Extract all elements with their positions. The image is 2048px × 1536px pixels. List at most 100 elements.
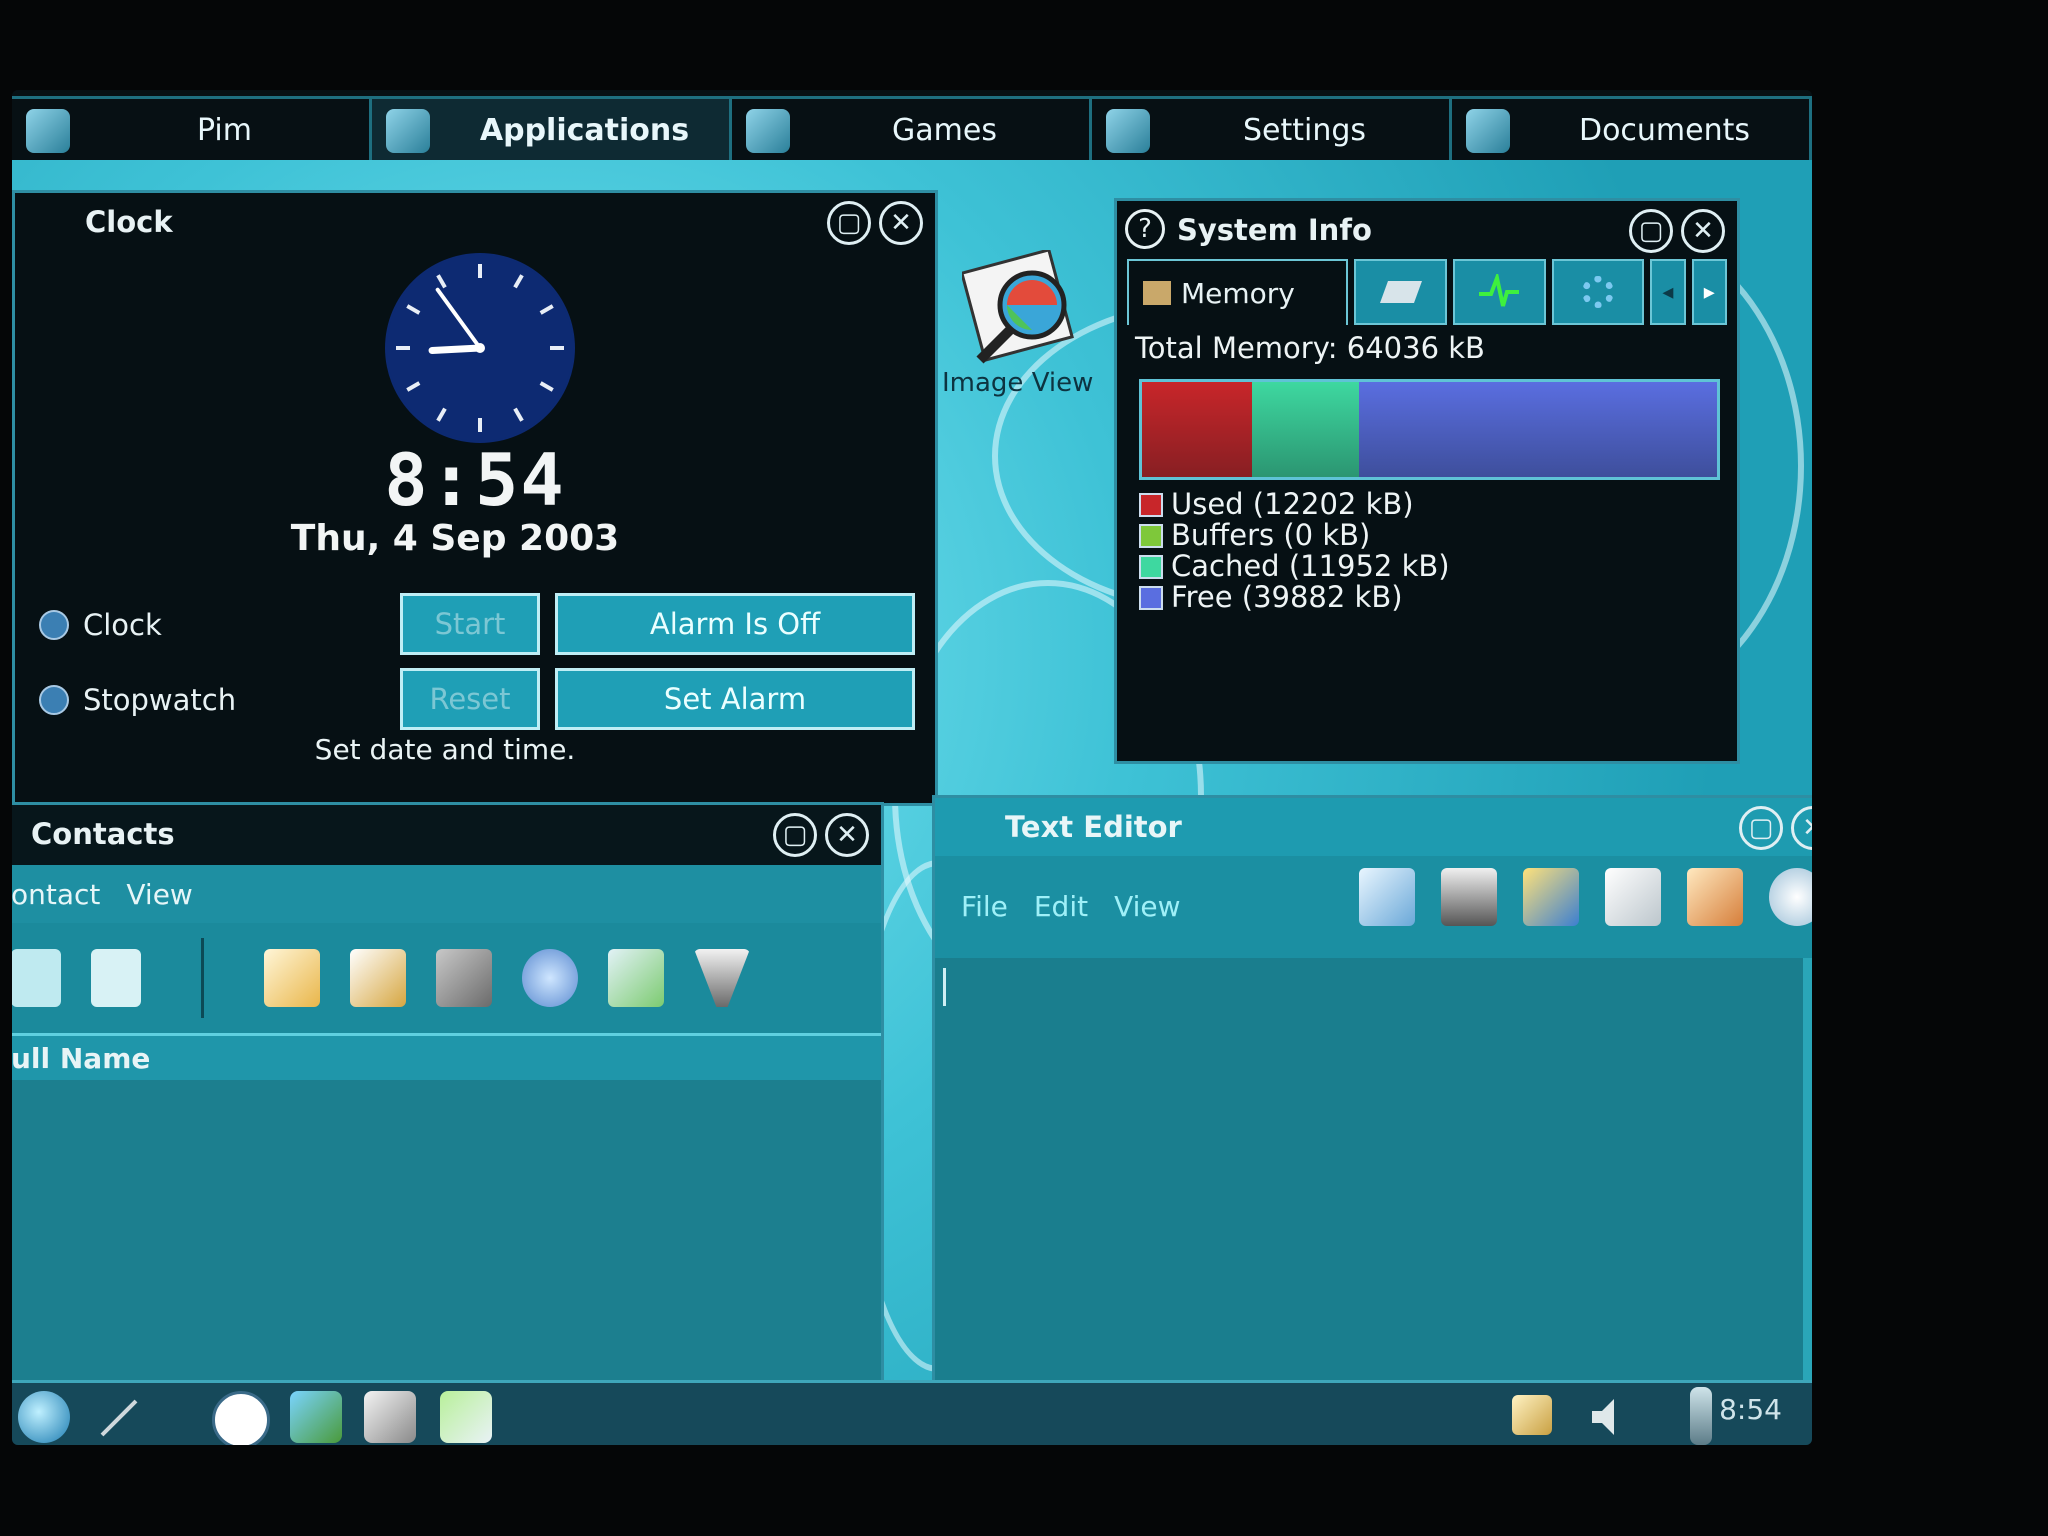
tab-storage[interactable] [1354,259,1447,325]
filter-icon[interactable] [694,949,750,1007]
legend-item: Cached (11952 kB) [1139,551,1450,582]
contacts-menubar: ontact View [12,865,881,923]
tab-scroll-right[interactable]: ▸ [1691,259,1728,325]
close-button[interactable]: ✕ [879,201,923,245]
chevron-left-icon: ◂ [1662,279,1674,305]
contacts-toolbar [12,923,881,1033]
hint-text: Set date and time. [314,733,576,766]
tab-pim[interactable]: Pim [12,96,372,162]
save-icon[interactable] [1441,868,1497,926]
load-graph-icon [1479,274,1520,307]
tab-label: Memory [1181,276,1295,310]
legend-label: Buffers (0 kB) [1171,518,1371,552]
tab-load[interactable] [1452,259,1546,325]
tab-label: Games [892,113,997,148]
toolbar-separator [201,938,204,1018]
legend-swatch [1139,492,1163,517]
legend-label: Used (12202 kB) [1171,487,1414,521]
games-icon [746,108,790,153]
disk-icon [1379,281,1422,303]
set-alarm-button[interactable]: Set Alarm [555,668,915,730]
settings-icon [1106,108,1150,153]
close-button[interactable]: ✕ [825,813,869,857]
column-header-full-name[interactable]: ull Name [12,1033,881,1083]
close-button[interactable]: ✕ [1791,806,1812,850]
text-editor-window: Text Editor ▢ ✕ File Edit View [932,795,1812,1391]
start-button[interactable]: Start [400,593,540,655]
alarm-status-button[interactable]: Alarm Is Off [555,593,915,655]
radio-label: Stopwatch [83,683,237,717]
delete-contact-icon[interactable] [436,949,492,1007]
date-label: Thu, 4 Sep 2003 [290,518,620,559]
search-icon[interactable] [522,949,578,1007]
memory-segment [1251,382,1359,477]
radio-icon [39,610,69,640]
battery-icon[interactable] [1690,1387,1712,1445]
clock-window: Clock ▢ ✕ 8:54 Thu, 4 Sep 2003 Clock Sto… [12,190,938,806]
radio-label: Clock [83,608,162,642]
image-viewer-icon[interactable] [962,250,1082,370]
pim-icon [26,108,70,153]
total-memory: Total Memory: 64036 kB [1135,331,1485,365]
card-view-icon[interactable] [91,949,141,1007]
tab-games[interactable]: Games [732,96,1092,162]
documents-icon [1466,108,1510,153]
maximize-button[interactable]: ▢ [1629,209,1673,253]
maximize-button[interactable]: ▢ [827,201,871,245]
tools-app-icon[interactable] [364,1391,416,1443]
tab-applications[interactable]: Applications [372,96,732,162]
menu-file[interactable]: File [961,890,1008,923]
legend-swatch [1139,554,1163,579]
open-file-icon[interactable] [1359,868,1415,926]
taskbar-clock[interactable]: 8:54 [1719,1393,1782,1426]
find-icon[interactable] [1769,868,1812,926]
contacts-window: Contacts ▢ ✕ ontact View ull Name ▶ [12,802,884,1445]
memory-icon [1143,281,1171,305]
input-method-icon[interactable] [92,1391,144,1443]
network-app-icon[interactable] [290,1391,342,1443]
contacts-list[interactable] [12,1080,881,1420]
clipboard-icon[interactable] [1512,1395,1552,1435]
paste-icon[interactable] [1687,868,1743,926]
vertical-scrollbar[interactable] [1803,958,1812,1388]
text-area[interactable] [935,958,1803,1388]
menu-edit[interactable]: Edit [1034,890,1088,923]
mode-clock-radio[interactable]: Clock [39,608,162,642]
menu-contact[interactable]: ontact [12,878,100,911]
volume-icon[interactable] [1582,1391,1634,1443]
image-viewer-label[interactable]: Image View [942,368,1093,398]
sysinfo-tabs: Memory ◂ ▸ [1127,259,1728,325]
copy-icon[interactable] [1605,868,1661,926]
maximize-button[interactable]: ▢ [773,813,817,857]
screen: Pim Applications Games Settings Document… [12,90,1812,1445]
new-contact-icon[interactable] [264,949,320,1007]
list-view-icon[interactable] [12,949,61,1007]
menu-view[interactable]: View [1114,890,1180,923]
tab-memory[interactable]: Memory [1127,259,1349,325]
legend-swatch [1139,585,1163,610]
mode-stopwatch-radio[interactable]: Stopwatch [39,683,236,717]
legend-label: Free (39882 kB) [1171,580,1403,614]
clock-app-icon[interactable] [212,1391,270,1445]
memory-segment [1142,382,1252,477]
reset-button[interactable]: Reset [400,668,540,730]
help-icon[interactable]: ? [1125,209,1165,249]
gear-icon [1581,276,1614,308]
memory-usage-bar [1139,379,1720,480]
digital-time: 8:54 [384,438,566,522]
tab-settings[interactable]: Settings [1092,96,1452,162]
tab-scroll-left[interactable]: ◂ [1650,259,1686,325]
mail-app-icon[interactable] [440,1391,492,1443]
tab-processes[interactable] [1551,259,1645,325]
edit-contact-icon[interactable] [350,949,406,1007]
window-title: Contacts [31,817,175,851]
maximize-button[interactable]: ▢ [1739,806,1783,850]
close-button[interactable]: ✕ [1681,209,1725,253]
beam-icon[interactable] [608,949,664,1007]
tab-documents[interactable]: Documents [1452,96,1812,162]
window-title: Clock [85,205,173,239]
text-caret [943,968,946,1006]
start-menu-icon[interactable] [18,1391,70,1443]
menu-view[interactable]: View [126,878,192,911]
cut-icon[interactable] [1523,868,1579,926]
